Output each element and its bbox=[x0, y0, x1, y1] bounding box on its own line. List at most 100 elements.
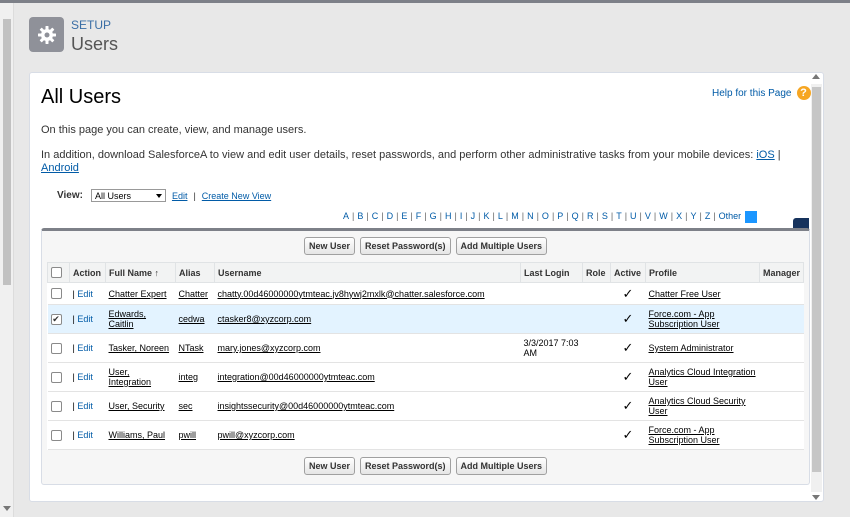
alpha-filter-other[interactable]: Other bbox=[718, 211, 743, 223]
alpha-filter-l[interactable]: L bbox=[497, 211, 504, 223]
user-full-name-link[interactable]: Chatter Expert bbox=[109, 289, 167, 299]
profile-link[interactable]: Force.com - App Subscription User bbox=[649, 425, 720, 445]
user-full-name-link[interactable]: Tasker, Noreen bbox=[109, 343, 170, 353]
profile-link[interactable]: Force.com - App Subscription User bbox=[649, 309, 720, 329]
scroll-up-icon[interactable] bbox=[812, 74, 820, 79]
create-new-view-link[interactable]: Create New View bbox=[202, 191, 271, 201]
column-header-username[interactable]: Username bbox=[214, 262, 521, 283]
username-link[interactable]: chatty.00d46000000ytmteac.jv8hywj2mxlk@c… bbox=[218, 289, 485, 299]
username-link[interactable]: ctasker8@xyzcorp.com bbox=[218, 314, 312, 324]
profile-link[interactable]: System Administrator bbox=[649, 343, 734, 353]
user-alias-link[interactable]: pwill bbox=[179, 430, 197, 440]
row-checkbox[interactable] bbox=[50, 313, 62, 325]
alpha-filter-o[interactable]: O bbox=[541, 211, 550, 223]
select-all-checkbox[interactable] bbox=[51, 267, 62, 279]
add-multiple-users-button[interactable]: Add Multiple Users bbox=[455, 237, 548, 255]
role-cell bbox=[582, 362, 611, 392]
alpha-filter-f[interactable]: F bbox=[415, 211, 423, 223]
username-link[interactable]: mary.jones@xyzcorp.com bbox=[218, 343, 321, 353]
chevron-down-icon bbox=[155, 193, 162, 198]
alpha-filter-a[interactable]: A bbox=[342, 211, 350, 223]
new-user-button[interactable]: New User bbox=[303, 457, 355, 475]
edit-user-link[interactable]: Edit bbox=[77, 401, 93, 411]
reset-password-button[interactable]: Reset Password(s) bbox=[359, 457, 451, 475]
table-row: | Edit Chatter Expert Chatter chatty.00d… bbox=[47, 282, 804, 305]
profile-link[interactable]: Analytics Cloud Integration User bbox=[649, 367, 756, 387]
user-full-name-link[interactable]: User, Security bbox=[109, 401, 165, 411]
new-user-button[interactable]: New User bbox=[303, 237, 355, 255]
add-multiple-users-button[interactable]: Add Multiple Users bbox=[455, 457, 548, 475]
alpha-filter-e[interactable]: E bbox=[400, 211, 408, 223]
ios-link[interactable]: iOS bbox=[756, 149, 774, 161]
user-alias-link[interactable]: sec bbox=[179, 401, 193, 411]
column-header-role[interactable]: Role bbox=[582, 262, 611, 283]
alpha-filter-b[interactable]: B bbox=[356, 211, 364, 223]
username-link[interactable]: integration@00d46000000ytmteac.com bbox=[218, 372, 375, 382]
alpha-filter-w[interactable]: W bbox=[658, 211, 669, 223]
edit-user-link[interactable]: Edit bbox=[77, 289, 93, 299]
alpha-filter-h[interactable]: H bbox=[444, 211, 453, 223]
alpha-filter-r[interactable]: R bbox=[586, 211, 595, 223]
alpha-filter-n[interactable]: N bbox=[526, 211, 535, 223]
user-full-name-link[interactable]: User, Integration bbox=[109, 367, 152, 387]
help-icon[interactable]: ? bbox=[796, 86, 811, 100]
help-link[interactable]: Help for this Page bbox=[712, 88, 792, 99]
user-full-name-link[interactable]: Williams, Paul bbox=[109, 430, 166, 440]
sort-ascending-icon: ↑ bbox=[154, 267, 160, 278]
username-link[interactable]: insightssecurity@00d46000000ytmteac.com bbox=[218, 401, 395, 411]
alpha-filter-c[interactable]: C bbox=[371, 211, 380, 223]
panel-scrollbar-thumb[interactable] bbox=[812, 87, 821, 472]
edit-user-link[interactable]: Edit bbox=[77, 314, 93, 324]
window-scrollbar[interactable] bbox=[0, 3, 14, 517]
edit-user-link[interactable]: Edit bbox=[77, 343, 93, 353]
window-scrollbar-thumb[interactable] bbox=[3, 19, 11, 285]
alpha-filter-all[interactable] bbox=[745, 211, 758, 223]
user-alias-link[interactable]: integ bbox=[179, 372, 199, 382]
edit-view-link[interactable]: Edit bbox=[172, 191, 188, 201]
alpha-filter-q[interactable]: Q bbox=[571, 211, 580, 223]
alpha-filter-p[interactable]: P bbox=[556, 211, 564, 223]
android-link[interactable]: Android bbox=[41, 162, 79, 174]
column-header-alias[interactable]: Alias bbox=[175, 262, 215, 283]
view-label: View: bbox=[57, 190, 83, 201]
user-alias-link[interactable]: Chatter bbox=[179, 289, 209, 299]
alpha-filter-s[interactable]: S bbox=[601, 211, 609, 223]
user-alias-link[interactable]: cedwa bbox=[179, 314, 205, 324]
user-alias-link[interactable]: NTask bbox=[179, 343, 204, 353]
column-header-last-login[interactable]: Last Login bbox=[520, 262, 583, 283]
profile-link[interactable]: Chatter Free User bbox=[649, 289, 721, 299]
alpha-filter-u[interactable]: U bbox=[629, 211, 638, 223]
edit-user-link[interactable]: Edit bbox=[77, 372, 93, 382]
alpha-filter-m[interactable]: M bbox=[510, 211, 520, 223]
column-header-full-name[interactable]: Full Name ↑ bbox=[105, 262, 176, 283]
mobile-intro-text: In addition, download SalesforceA to vie… bbox=[41, 149, 811, 175]
reset-password-button[interactable]: Reset Password(s) bbox=[359, 237, 451, 255]
profile-link[interactable]: Analytics Cloud Security User bbox=[649, 396, 746, 416]
scroll-down-icon[interactable] bbox=[812, 495, 820, 500]
row-checkbox[interactable] bbox=[50, 429, 62, 441]
alpha-filter-z[interactable]: Z bbox=[704, 211, 712, 223]
alpha-filter-x[interactable]: X bbox=[675, 211, 683, 223]
alpha-filter-k[interactable]: K bbox=[483, 211, 491, 223]
row-checkbox[interactable] bbox=[50, 288, 62, 300]
scroll-down-icon[interactable] bbox=[3, 506, 11, 511]
action-separator: | bbox=[72, 343, 75, 353]
alpha-filter-v[interactable]: V bbox=[644, 211, 652, 223]
column-header-manager[interactable]: Manager bbox=[759, 262, 804, 283]
table-row: | Edit User, Security sec insightssecuri… bbox=[47, 391, 804, 421]
username-link[interactable]: pwill@xyzcorp.com bbox=[218, 430, 295, 440]
panel-scrollbar[interactable] bbox=[811, 74, 822, 500]
alpha-filter-g[interactable]: G bbox=[429, 211, 438, 223]
view-select[interactable]: All Users bbox=[90, 189, 166, 202]
alpha-filter-d[interactable]: D bbox=[386, 211, 395, 223]
row-checkbox[interactable] bbox=[50, 342, 62, 354]
column-header-profile[interactable]: Profile bbox=[645, 262, 760, 283]
column-header-active[interactable]: Active bbox=[610, 262, 646, 283]
alpha-filter-t[interactable]: T bbox=[615, 211, 623, 223]
row-checkbox[interactable] bbox=[50, 400, 62, 412]
active-checkmark-icon: ✓ bbox=[610, 333, 646, 363]
alpha-filter-y[interactable]: Y bbox=[689, 211, 697, 223]
row-checkbox[interactable] bbox=[50, 371, 62, 383]
user-full-name-link[interactable]: Edwards, Caitlin bbox=[109, 309, 147, 329]
edit-user-link[interactable]: Edit bbox=[77, 430, 93, 440]
